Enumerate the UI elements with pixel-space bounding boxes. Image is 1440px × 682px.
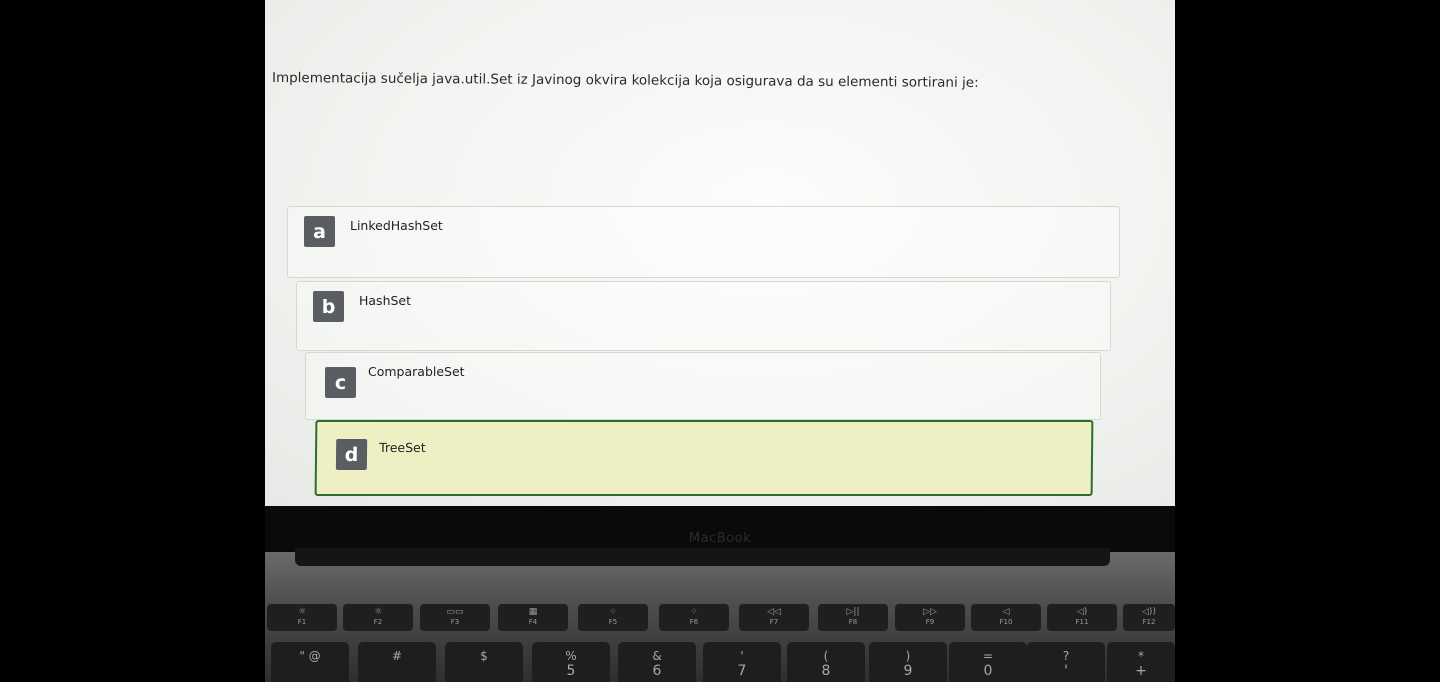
key-plus[interactable]: * + — [1107, 642, 1175, 682]
key-digit: + — [1135, 663, 1147, 679]
key-label: F3 — [450, 618, 460, 626]
option-letter-badge: a — [304, 216, 335, 247]
key-digit: 7 — [737, 663, 747, 679]
key-5[interactable]: % 5 — [532, 642, 610, 682]
key-label: F5 — [608, 618, 618, 626]
option-letter-badge: d — [335, 439, 368, 470]
key-symbol: ' — [740, 649, 744, 663]
key-f9[interactable]: ▷▷ F9 — [895, 604, 965, 631]
key-f8[interactable]: ▷|| F8 — [818, 604, 888, 631]
option-label: TreeSet — [379, 440, 426, 455]
key-0[interactable]: = 0 — [949, 642, 1027, 682]
photo-frame: Implementacija sučelja java.util.Set iz … — [265, 0, 1175, 682]
answer-option-b[interactable]: b HashSet — [296, 281, 1111, 351]
key-f2[interactable]: ☼ F2 — [343, 604, 413, 631]
hinge — [295, 548, 1110, 566]
keyboard-light-up-icon: ⁘ — [690, 607, 698, 617]
mute-icon: ◁ — [1002, 607, 1010, 617]
key-label: F8 — [848, 618, 858, 626]
key-symbol: * — [1138, 649, 1144, 663]
key-f5[interactable]: ⁘ F5 — [578, 604, 648, 631]
key-symbol: ( — [823, 649, 829, 663]
key-f4[interactable]: ▦ F4 — [498, 604, 568, 631]
answer-option-d[interactable]: d TreeSet — [314, 420, 1094, 496]
key-label: F1 — [297, 618, 307, 626]
key-digit: ' — [1064, 663, 1068, 679]
key-digit: 0 — [983, 663, 993, 679]
key-f7[interactable]: ◁◁ F7 — [739, 604, 809, 631]
key-label: F7 — [769, 618, 779, 626]
option-label: LinkedHashSet — [350, 218, 443, 233]
rewind-icon: ◁◁ — [767, 607, 781, 617]
key-f1[interactable]: ☼ F1 — [267, 604, 337, 631]
key-digit: 6 — [652, 663, 662, 679]
play-pause-icon: ▷|| — [846, 607, 860, 617]
key-label: F2 — [373, 618, 383, 626]
key-symbol: & — [652, 649, 662, 663]
key-label: F4 — [528, 618, 538, 626]
key-symbol: " @ — [299, 649, 321, 663]
key-8[interactable]: (8 — [787, 642, 865, 682]
brand-logo-text: MacBook — [688, 531, 752, 546]
option-label: ComparableSet — [368, 364, 465, 379]
key-digit: 9 — [903, 663, 913, 679]
key-9[interactable]: ) 9 — [869, 642, 947, 682]
question-text: Implementacija sučelja java.util.Set iz … — [271, 70, 979, 91]
key-symbol: $ — [480, 649, 488, 663]
key-f11[interactable]: ◁) F11 — [1047, 604, 1117, 631]
volume-down-icon: ◁) — [1076, 607, 1088, 617]
key-4[interactable]: $ — [445, 642, 523, 682]
laptop-screen: Implementacija sučelja java.util.Set iz … — [265, 0, 1175, 506]
key-label: F9 — [925, 618, 935, 626]
key-f3[interactable]: ▭▭ F3 — [420, 604, 490, 631]
key-symbol: ) — [905, 649, 911, 663]
key-label: F11 — [1075, 618, 1089, 626]
key-6[interactable]: & 6 — [618, 642, 696, 682]
key-3[interactable]: # — [358, 642, 436, 682]
key-symbol: # — [391, 649, 403, 663]
key-2[interactable]: " @ — [271, 642, 349, 682]
option-letter-badge: b — [313, 291, 344, 322]
key-symbol: = — [982, 649, 994, 663]
mission-control-icon: ▭▭ — [446, 607, 464, 617]
keyboard-light-down-icon: ⁘ — [609, 607, 617, 617]
key-apostrophe[interactable]: ? ' — [1027, 642, 1105, 682]
key-label: F12 — [1142, 618, 1156, 626]
brightness-down-icon: ☼ — [297, 607, 307, 617]
key-symbol: ? — [1062, 649, 1070, 663]
key-digit: 8 — [821, 663, 831, 679]
answer-option-c[interactable]: c ComparableSet — [305, 352, 1101, 420]
launchpad-icon: ▦ — [528, 607, 538, 617]
brightness-up-icon: ☼ — [373, 607, 383, 617]
answer-option-a[interactable]: a LinkedHashSet — [287, 206, 1120, 278]
key-symbol: % — [565, 649, 577, 663]
key-label: F6 — [689, 618, 699, 626]
key-f10[interactable]: ◁ F10 — [971, 604, 1041, 631]
option-letter-badge: c — [325, 367, 356, 398]
key-label: F10 — [999, 618, 1013, 626]
key-7[interactable]: ' 7 — [703, 642, 781, 682]
key-f12[interactable]: ◁)) F12 — [1123, 604, 1175, 631]
volume-up-icon: ◁)) — [1142, 607, 1156, 617]
key-digit: 5 — [566, 663, 576, 679]
fast-forward-icon: ▷▷ — [923, 607, 937, 617]
key-f6[interactable]: ⁘ F6 — [659, 604, 729, 631]
option-label: HashSet — [359, 293, 412, 308]
